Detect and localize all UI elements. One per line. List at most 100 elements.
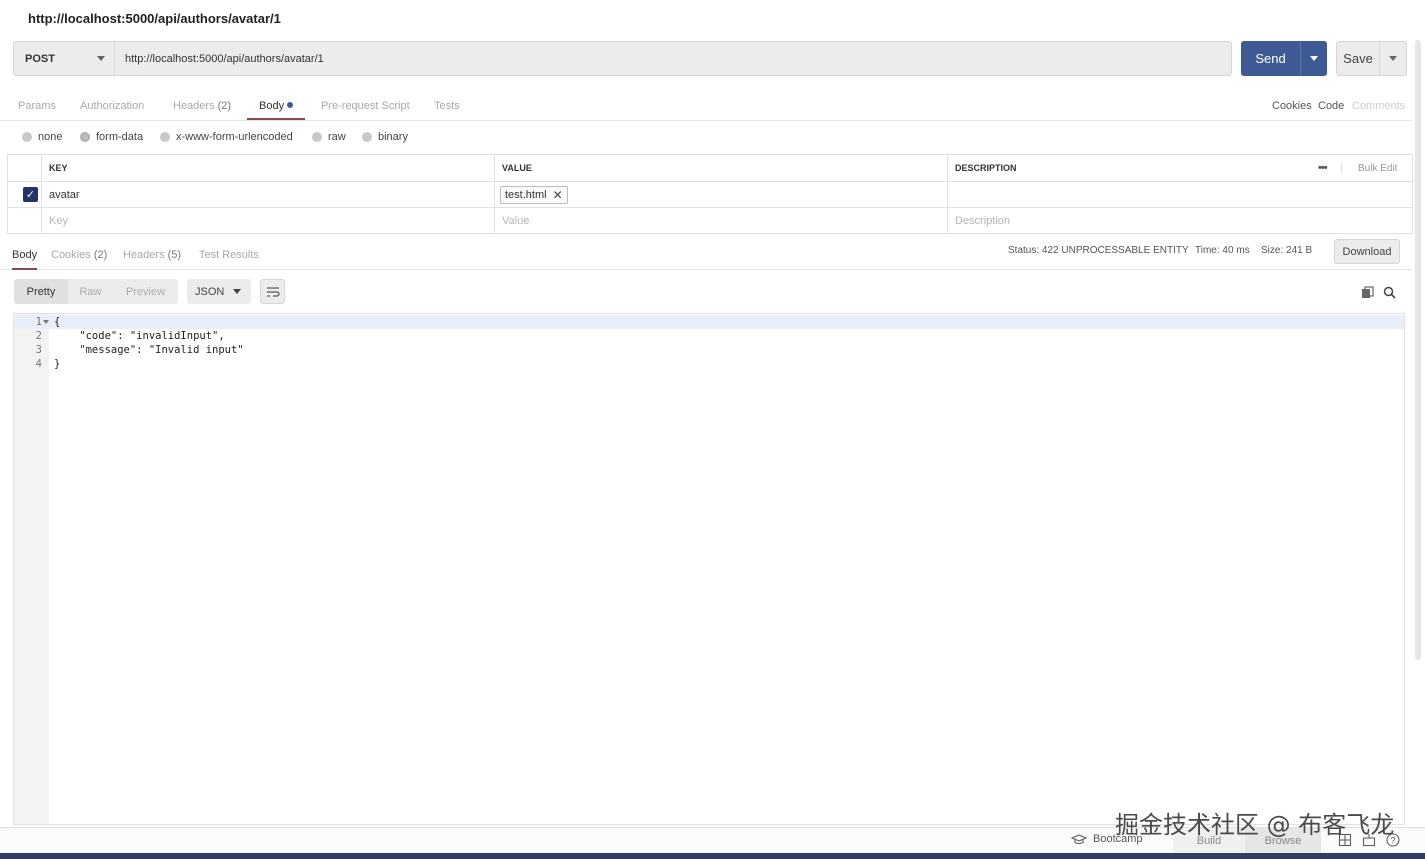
description-header-label: DESCRIPTION xyxy=(955,163,1017,173)
column-header-description: DESCRIPTION ••• Bulk Edit xyxy=(947,155,1413,181)
save-options-button[interactable] xyxy=(1379,42,1406,75)
radio-none-label: none xyxy=(38,131,63,143)
response-body-editor[interactable]: 1 { 2 "code": "invalidInput", 3 "message… xyxy=(13,313,1405,825)
tab-params[interactable]: Params xyxy=(18,93,56,120)
radio-circle-icon xyxy=(22,132,32,142)
method-select[interactable]: POST xyxy=(14,42,115,75)
radio-urlencoded-label: x-www-form-urlencoded xyxy=(176,131,293,143)
response-tab-headers-label: Headers xyxy=(123,249,165,261)
response-status: Status: 422 UNPROCESSABLE ENTITY xyxy=(1008,245,1189,256)
graduation-cap-icon xyxy=(1071,833,1087,844)
postman-app: http://localhost:5000/api/authors/avatar… xyxy=(0,0,1425,859)
tab-headers-count: (2) xyxy=(217,100,232,112)
code-text: { xyxy=(54,316,61,328)
new-key-input[interactable]: Key xyxy=(41,208,495,234)
row-key-cell[interactable]: avatar xyxy=(41,182,495,207)
radio-form-data[interactable]: form-data xyxy=(80,131,143,143)
new-description-input[interactable]: Description xyxy=(947,208,1413,234)
response-tab-body[interactable]: Body xyxy=(12,243,38,270)
response-tab-headers-count: (5) xyxy=(167,249,182,261)
chevron-down-icon xyxy=(233,289,241,294)
column-header-key: KEY xyxy=(41,155,495,181)
response-tab-headers[interactable]: Headers (5) xyxy=(123,243,181,270)
response-tab-test-results[interactable]: Test Results xyxy=(199,243,259,270)
download-button[interactable]: Download xyxy=(1334,239,1400,264)
copy-icon-svg xyxy=(1361,285,1374,298)
radio-selected-icon xyxy=(80,132,90,142)
radio-raw[interactable]: raw xyxy=(312,131,346,143)
code-line: 2 "code": "invalidInput", xyxy=(14,329,1404,343)
table-row: ✓ avatar test.html ✕ xyxy=(8,182,1412,208)
checkmark-icon: ✓ xyxy=(25,189,36,201)
response-tab-cookies-label: Cookies xyxy=(51,249,91,261)
bulk-edit-link[interactable]: Bulk Edit xyxy=(1358,163,1397,174)
radio-none[interactable]: none xyxy=(22,131,62,143)
code-line: 4 } xyxy=(14,357,1404,371)
wrap-lines-icon xyxy=(266,286,280,297)
scrollbar[interactable] xyxy=(1415,40,1421,660)
search-icon[interactable] xyxy=(1381,284,1397,300)
response-time: Time: 40 ms xyxy=(1195,245,1250,256)
send-options-button[interactable] xyxy=(1300,41,1327,76)
line-number: 1 xyxy=(35,316,42,328)
wrap-lines-button[interactable] xyxy=(260,279,285,304)
modified-dot-icon xyxy=(287,102,294,108)
radio-circle-icon xyxy=(160,132,170,142)
radio-form-data-label: form-data xyxy=(96,131,144,143)
code-text: } xyxy=(54,358,61,370)
save-label: Save xyxy=(1343,51,1373,66)
tab-authorization[interactable]: Authorization xyxy=(80,93,144,120)
code-text: "message": "Invalid input" xyxy=(54,344,244,356)
file-chip: test.html ✕ xyxy=(500,185,568,204)
footer-accent-bar xyxy=(0,853,1425,859)
chevron-down-icon xyxy=(1310,56,1318,61)
view-mode-group: Pretty Raw Preview xyxy=(14,279,178,304)
tab-prerequest-script[interactable]: Pre-request Script xyxy=(321,93,410,120)
comments-link[interactable]: Comments xyxy=(1352,93,1405,119)
code-link[interactable]: Code xyxy=(1318,93,1344,119)
view-preview-button[interactable]: Preview xyxy=(113,279,178,304)
new-value-input[interactable]: Value xyxy=(494,208,948,234)
divider xyxy=(1341,162,1342,174)
fold-arrow-icon[interactable] xyxy=(43,320,49,324)
chevron-down-icon xyxy=(1389,56,1397,61)
send-label: Send xyxy=(1255,51,1286,66)
row-value-cell[interactable]: test.html ✕ xyxy=(494,182,948,207)
radio-circle-icon xyxy=(312,132,322,142)
response-tab-cookies[interactable]: Cookies (2) xyxy=(51,243,107,270)
request-tabs: Params Authorization Headers (2) Body Pr… xyxy=(0,93,1412,121)
format-label: JSON xyxy=(195,285,225,298)
method-label: POST xyxy=(25,52,55,65)
table-row-new: Key Value Description xyxy=(8,208,1412,234)
radio-circle-icon xyxy=(362,132,372,142)
remove-file-icon[interactable]: ✕ xyxy=(553,188,563,202)
url-input[interactable] xyxy=(115,42,1231,75)
copy-icon[interactable] xyxy=(1359,284,1375,300)
radio-raw-label: raw xyxy=(328,131,346,143)
tab-body-label: Body xyxy=(259,100,285,112)
format-select[interactable]: JSON xyxy=(187,279,251,304)
row-enabled-checkbox[interactable]: ✓ xyxy=(23,187,38,202)
form-data-table: KEY VALUE DESCRIPTION ••• Bulk Edit ✓ av… xyxy=(7,154,1413,234)
table-header-row: KEY VALUE DESCRIPTION ••• Bulk Edit xyxy=(8,155,1412,182)
row-description-cell[interactable] xyxy=(947,182,1413,207)
line-number: 3 xyxy=(35,344,42,356)
column-header-value: VALUE xyxy=(494,155,948,181)
view-pretty-button[interactable]: Pretty xyxy=(14,279,68,304)
save-button[interactable]: Save xyxy=(1336,41,1407,76)
tab-body[interactable]: Body xyxy=(247,93,306,120)
code-line: 3 "message": "Invalid input" xyxy=(14,343,1404,357)
radio-binary[interactable]: binary xyxy=(362,131,408,143)
view-raw-button[interactable]: Raw xyxy=(68,279,113,304)
tab-headers[interactable]: Headers (2) xyxy=(173,93,231,120)
cookies-link[interactable]: Cookies xyxy=(1272,93,1312,119)
tab-tests[interactable]: Tests xyxy=(434,93,460,120)
send-button[interactable]: Send xyxy=(1241,41,1327,76)
tab-headers-label: Headers xyxy=(173,100,215,112)
response-tab-cookies-count: (2) xyxy=(93,249,108,261)
radio-urlencoded[interactable]: x-www-form-urlencoded xyxy=(160,131,293,143)
line-number: 4 xyxy=(35,358,42,370)
code-text: "code": "invalidInput", xyxy=(54,330,225,342)
more-options-icon[interactable]: ••• xyxy=(1318,162,1328,174)
chevron-down-icon xyxy=(97,56,105,61)
